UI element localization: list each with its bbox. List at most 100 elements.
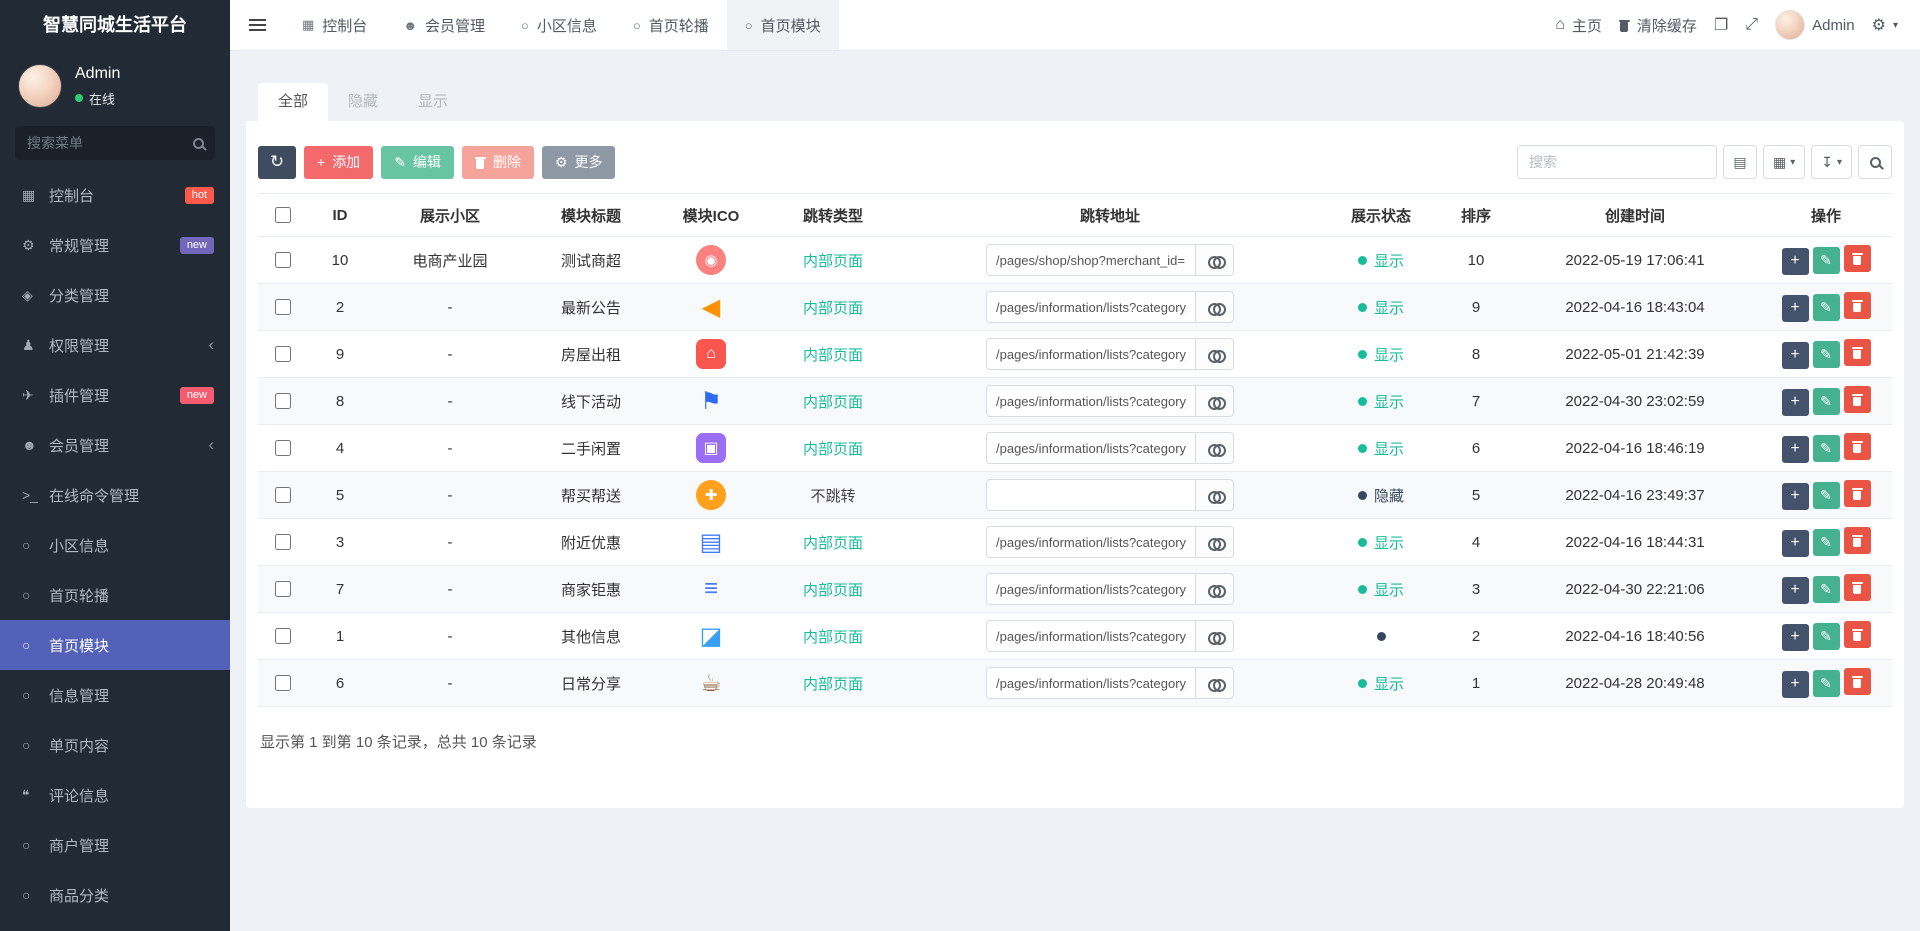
row-add-button[interactable]: + [1781,341,1809,369]
sidebar-item-7[interactable]: ○ 小区信息 [0,520,230,570]
url-link-button[interactable] [1196,620,1234,652]
row-add-button[interactable]: + [1781,623,1809,651]
row-delete-button[interactable] [1843,621,1871,649]
url-link-button[interactable] [1196,385,1234,417]
search-toggle-button[interactable] [1858,145,1892,179]
row-edit-button[interactable]: ✎ [1812,576,1840,604]
table-search-input[interactable] [1516,145,1717,179]
menu-toggle-button[interactable] [230,0,284,50]
row-delete-button[interactable] [1843,433,1871,461]
clear-cache-button[interactable]: 清除缓存 [1618,15,1697,36]
row-add-button[interactable]: + [1781,294,1809,322]
menu-search-input[interactable] [15,126,215,160]
row-delete-button[interactable] [1843,245,1871,273]
url-link-button[interactable] [1196,432,1234,464]
row-checkbox[interactable] [274,627,291,644]
row-checkbox[interactable] [274,533,291,550]
row-edit-button[interactable]: ✎ [1812,294,1840,322]
row-checkbox[interactable] [274,580,291,597]
row-delete-button[interactable] [1843,527,1871,555]
row-edit-button[interactable]: ✎ [1812,247,1840,275]
row-delete-button[interactable] [1843,668,1871,696]
export-button[interactable]: ↧ ▾ [1811,145,1852,179]
url-input[interactable] [986,667,1196,699]
filter-tab-1[interactable]: 隐藏 [328,83,398,121]
columns-button[interactable]: ▦ ▾ [1762,145,1806,179]
sidebar-item-8[interactable]: ○ 首页轮播 [0,570,230,620]
sidebar-item-2[interactable]: ◈ 分类管理 [0,270,230,320]
row-checkbox[interactable] [274,392,291,409]
url-input[interactable] [986,291,1196,323]
url-link-button[interactable] [1196,667,1234,699]
detail-view-button[interactable]: ▤ [1722,145,1757,179]
row-delete-button[interactable] [1843,339,1871,367]
url-input[interactable] [986,620,1196,652]
sidebar-item-3[interactable]: ♟ 权限管理 ‹ [0,320,230,370]
settings-button[interactable]: ⚙ ▾ [1872,15,1898,35]
select-all-checkbox[interactable] [274,206,291,223]
row-add-button[interactable]: + [1781,670,1809,698]
refresh-button[interactable]: ↻ [258,145,296,179]
sidebar-item-14[interactable]: ○ 商品分类 [0,870,230,920]
row-delete-button[interactable] [1843,386,1871,414]
url-input[interactable] [986,479,1196,511]
sidebar-item-9[interactable]: ○ 首页模块 [0,620,230,670]
window-button[interactable]: ❐ [1714,15,1728,35]
more-button[interactable]: ⚙ 更多 [541,145,616,179]
sidebar-item-6[interactable]: >_ 在线命令管理 [0,470,230,520]
filter-tab-2[interactable]: 显示 [398,83,468,121]
row-edit-button[interactable]: ✎ [1812,388,1840,416]
url-link-button[interactable] [1196,526,1234,558]
row-edit-button[interactable]: ✎ [1812,670,1840,698]
row-edit-button[interactable]: ✎ [1812,482,1840,510]
edit-button[interactable]: ✎ 编辑 [381,145,454,179]
topbar-tab-3[interactable]: ○ 首页轮播 [615,0,727,50]
url-input[interactable] [986,573,1196,605]
sidebar-item-4[interactable]: ✈ 插件管理 new [0,370,230,420]
row-checkbox[interactable] [274,486,291,503]
row-checkbox[interactable] [274,674,291,691]
row-edit-button[interactable]: ✎ [1812,341,1840,369]
row-add-button[interactable]: + [1781,388,1809,416]
url-link-button[interactable] [1196,291,1234,323]
row-checkbox[interactable] [274,251,291,268]
url-link-button[interactable] [1196,573,1234,605]
home-link[interactable]: ⌂ 主页 [1555,15,1602,36]
sidebar-item-12[interactable]: ❝ 评论信息 [0,770,230,820]
url-input[interactable] [986,338,1196,370]
user-menu[interactable]: Admin [1775,10,1855,40]
row-add-button[interactable]: + [1781,482,1809,510]
row-edit-button[interactable]: ✎ [1812,435,1840,463]
row-add-button[interactable]: + [1781,529,1809,557]
url-link-button[interactable] [1196,338,1234,370]
fullscreen-button[interactable]: ⤢ [1745,16,1758,34]
sidebar-item-11[interactable]: ○ 单页内容 [0,720,230,770]
topbar-tab-4[interactable]: ○ 首页模块 [726,0,839,50]
sidebar-item-0[interactable]: ▦ 控制台 hot [0,170,230,220]
row-checkbox[interactable] [274,298,291,315]
row-add-button[interactable]: + [1781,435,1809,463]
sidebar-item-10[interactable]: ○ 信息管理 [0,670,230,720]
row-edit-button[interactable]: ✎ [1812,623,1840,651]
add-button[interactable]: + 添加 [304,145,374,179]
row-edit-button[interactable]: ✎ [1812,529,1840,557]
row-checkbox[interactable] [274,439,291,456]
topbar-tab-1[interactable]: ☻ 会员管理 [385,0,503,50]
url-input[interactable] [986,244,1196,276]
sidebar-item-13[interactable]: ○ 商户管理 [0,820,230,870]
sidebar-item-1[interactable]: ⚙ 常规管理 new [0,220,230,270]
url-input[interactable] [986,432,1196,464]
url-input[interactable] [986,526,1196,558]
filter-tab-0[interactable]: 全部 [258,83,329,121]
row-delete-button[interactable] [1843,480,1871,508]
row-add-button[interactable]: + [1781,247,1809,275]
sidebar-item-5[interactable]: ☻ 会员管理 ‹ [0,420,230,470]
url-link-button[interactable] [1196,479,1234,511]
row-delete-button[interactable] [1843,574,1871,602]
topbar-tab-2[interactable]: ○ 小区信息 [503,0,615,50]
topbar-tab-0[interactable]: ▦ 控制台 [284,0,385,50]
url-input[interactable] [986,385,1196,417]
row-delete-button[interactable] [1843,292,1871,320]
row-checkbox[interactable] [274,345,291,362]
url-link-button[interactable] [1196,244,1234,276]
